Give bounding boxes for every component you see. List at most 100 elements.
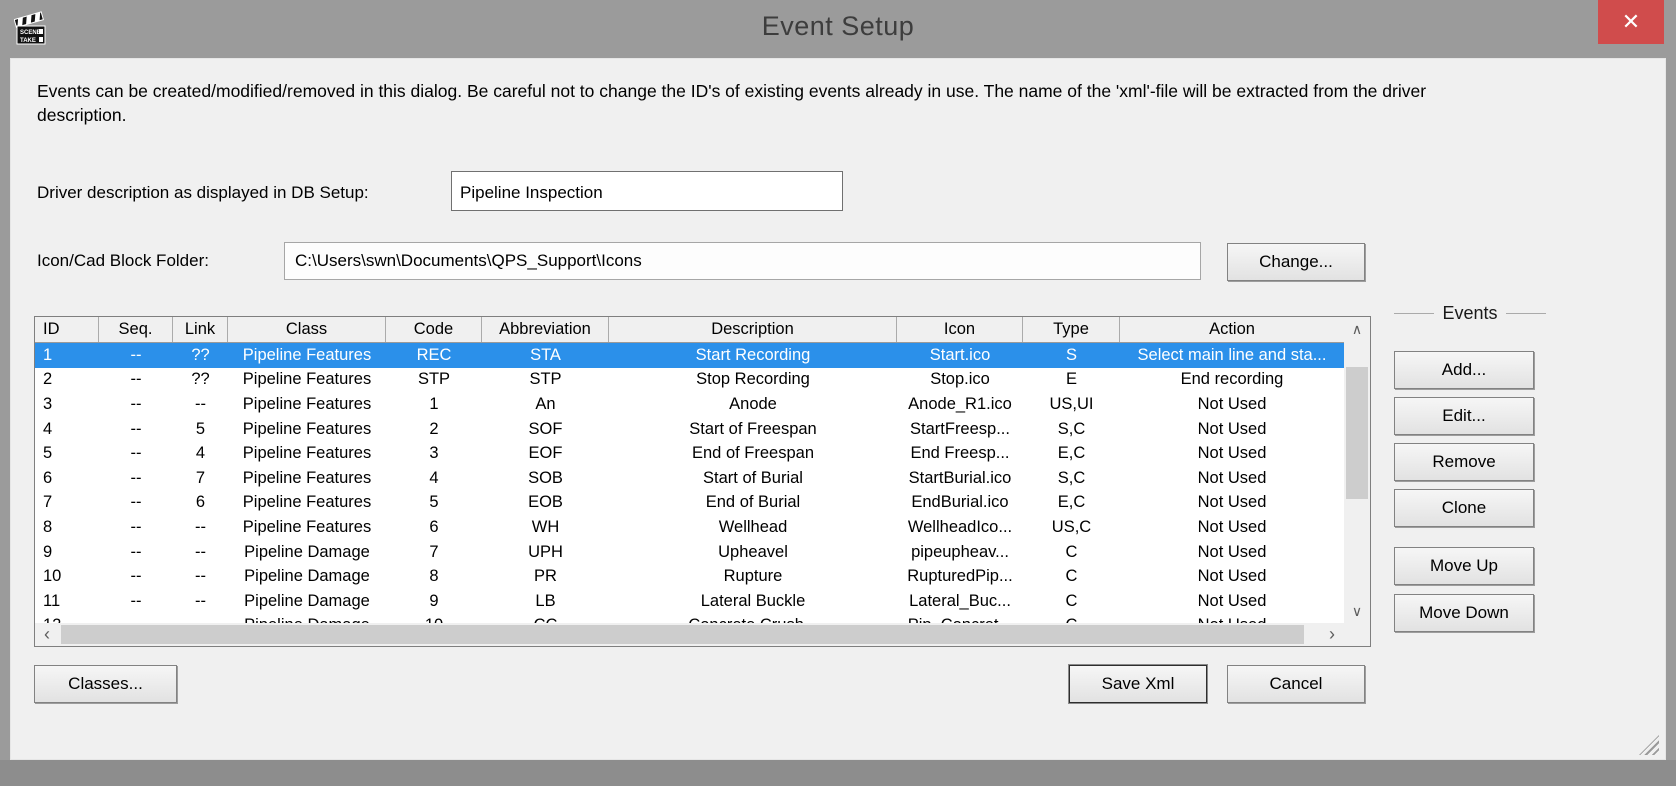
table-row-5[interactable]: 5--4Pipeline Features3EOFEnd of Freespan… xyxy=(35,441,1344,466)
column-header-action[interactable]: Action xyxy=(1120,317,1344,342)
scroll-right-icon[interactable]: › xyxy=(1320,623,1344,646)
cell: RupturedPip... xyxy=(897,564,1023,589)
cell: 9 xyxy=(35,540,99,565)
table-header: IDSeq.LinkClassCodeAbbreviationDescripti… xyxy=(35,317,1344,343)
column-header-code[interactable]: Code xyxy=(386,317,482,342)
move-down-button[interactable]: Move Down xyxy=(1394,594,1534,632)
table-row-4[interactable]: 4--5Pipeline Features2SOFStart of Freesp… xyxy=(35,417,1344,442)
column-header-description[interactable]: Description xyxy=(609,317,897,342)
cell: 10 xyxy=(386,614,482,623)
cell: Rupture xyxy=(609,564,897,589)
driver-description-input[interactable] xyxy=(451,171,843,211)
move-up-button[interactable]: Move Up xyxy=(1394,547,1534,585)
cancel-button[interactable]: Cancel xyxy=(1227,665,1365,703)
icon-folder-label: Icon/Cad Block Folder: xyxy=(37,251,209,271)
table-row-11[interactable]: 11----Pipeline Damage9LBLateral BuckleLa… xyxy=(35,589,1344,614)
table-row-10[interactable]: 10----Pipeline Damage8PRRuptureRupturedP… xyxy=(35,564,1344,589)
cell: -- xyxy=(173,515,228,540)
cell: UPH xyxy=(482,540,609,565)
remove-button[interactable]: Remove xyxy=(1394,443,1534,481)
column-header-class[interactable]: Class xyxy=(228,317,386,342)
cell: Lateral Buckle xyxy=(609,589,897,614)
scroll-up-icon[interactable]: ∧ xyxy=(1344,317,1370,341)
add-button[interactable]: Add... xyxy=(1394,351,1534,389)
column-header-link[interactable]: Link xyxy=(173,317,228,342)
save-xml-button[interactable]: Save Xml xyxy=(1069,665,1207,703)
table-row-2[interactable]: 2--??Pipeline FeaturesSTPSTPStop Recordi… xyxy=(35,368,1344,393)
cell: SOF xyxy=(482,417,609,442)
close-button[interactable]: ✕ xyxy=(1598,0,1664,44)
vertical-scroll-track[interactable] xyxy=(1344,341,1370,599)
cell: EndBurial.ico xyxy=(897,491,1023,516)
table-row-12[interactable]: 12----Pipeline Damage10CCConcrete Crush.… xyxy=(35,614,1344,623)
event-setup-dialog: Events can be created/modified/removed i… xyxy=(10,58,1666,760)
cell: 6 xyxy=(386,515,482,540)
column-header-abbreviation[interactable]: Abbreviation xyxy=(482,317,609,342)
cell: 8 xyxy=(35,515,99,540)
cell: Start of Burial xyxy=(609,466,897,491)
column-header-type[interactable]: Type xyxy=(1023,317,1120,342)
vertical-scrollbar[interactable]: ∧ ∨ xyxy=(1344,317,1370,623)
cell: Not Used xyxy=(1120,392,1344,417)
cell: End recording xyxy=(1120,368,1344,393)
cell: Start of Freespan xyxy=(609,417,897,442)
horizontal-scrollbar[interactable]: ‹ › xyxy=(35,623,1344,646)
cell: STP xyxy=(482,368,609,393)
cell: PR xyxy=(482,564,609,589)
group-line-right xyxy=(1506,313,1546,314)
horizontal-scroll-thumb[interactable] xyxy=(61,625,1304,644)
cell: -- xyxy=(99,564,173,589)
cell: LB xyxy=(482,589,609,614)
cell: 5 xyxy=(386,491,482,516)
cell: Upheavel xyxy=(609,540,897,565)
vertical-scroll-thumb[interactable] xyxy=(1346,367,1368,499)
cell: -- xyxy=(173,392,228,417)
edit-button[interactable]: Edit... xyxy=(1394,397,1534,435)
cell: WH xyxy=(482,515,609,540)
cell: 5 xyxy=(35,441,99,466)
cell: pipeupheav... xyxy=(897,540,1023,565)
table-row-9[interactable]: 9----Pipeline Damage7UPHUpheavelpipeuphe… xyxy=(35,540,1344,565)
cell: STP xyxy=(386,368,482,393)
cell: 12 xyxy=(35,614,99,623)
cell: Pipeline Damage xyxy=(228,564,386,589)
cell: -- xyxy=(99,441,173,466)
cell: 4 xyxy=(386,466,482,491)
resize-grip-icon[interactable] xyxy=(1639,735,1659,755)
column-header-id[interactable]: ID xyxy=(35,317,99,342)
cell: 6 xyxy=(173,491,228,516)
table-row-7[interactable]: 7--6Pipeline Features5EOBEnd of BurialEn… xyxy=(35,491,1344,516)
scroll-left-icon[interactable]: ‹ xyxy=(35,623,59,646)
scroll-down-icon[interactable]: ∨ xyxy=(1344,599,1370,623)
table-row-8[interactable]: 8----Pipeline Features6WHWellheadWellhea… xyxy=(35,515,1344,540)
column-header-icon[interactable]: Icon xyxy=(897,317,1023,342)
horizontal-scroll-track[interactable] xyxy=(59,623,1320,646)
cell: StartBurial.ico xyxy=(897,466,1023,491)
cell: Not Used xyxy=(1120,564,1344,589)
cell: An xyxy=(482,392,609,417)
cell: Wellhead xyxy=(609,515,897,540)
cell: -- xyxy=(173,589,228,614)
cell: 4 xyxy=(173,441,228,466)
cell: 3 xyxy=(386,441,482,466)
column-header-seq-[interactable]: Seq. xyxy=(99,317,173,342)
events-table-main: IDSeq.LinkClassCodeAbbreviationDescripti… xyxy=(35,317,1344,623)
table-row-3[interactable]: 3----Pipeline Features1AnAnodeAnode_R1.i… xyxy=(35,392,1344,417)
change-folder-button[interactable]: Change... xyxy=(1227,243,1365,281)
cell: -- xyxy=(173,564,228,589)
cell: C xyxy=(1023,589,1120,614)
cell: CC xyxy=(482,614,609,623)
cell: E,C xyxy=(1023,441,1120,466)
table-row-1[interactable]: 1--??Pipeline FeaturesRECSTAStart Record… xyxy=(35,343,1344,368)
cell: 4 xyxy=(35,417,99,442)
classes-button[interactable]: Classes... xyxy=(34,665,177,703)
cell: Pipeline Features xyxy=(228,515,386,540)
window-title: Event Setup xyxy=(0,11,1676,42)
clone-button[interactable]: Clone xyxy=(1394,489,1534,527)
cell: -- xyxy=(99,392,173,417)
cell: Pipeline Features xyxy=(228,466,386,491)
driver-description-label: Driver description as displayed in DB Se… xyxy=(37,183,369,203)
table-row-6[interactable]: 6--7Pipeline Features4SOBStart of Burial… xyxy=(35,466,1344,491)
cell: Pipeline Damage xyxy=(228,540,386,565)
cell: 1 xyxy=(35,343,99,368)
